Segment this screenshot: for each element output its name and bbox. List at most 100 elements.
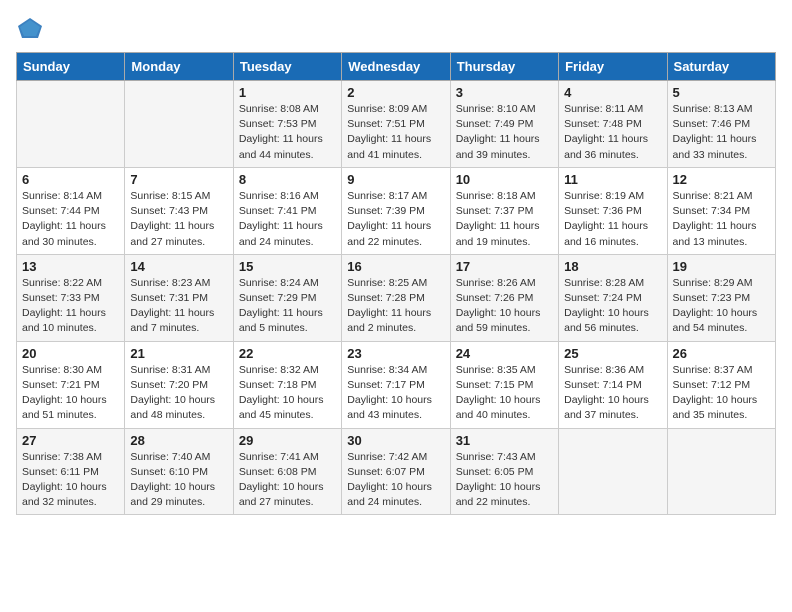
day-number: 4: [564, 85, 661, 100]
day-number: 16: [347, 259, 444, 274]
day-info: Sunrise: 8:11 AM Sunset: 7:48 PM Dayligh…: [564, 102, 661, 163]
calendar-cell: 31 Sunrise: 7:43 AM Sunset: 6:05 PM Dayli…: [450, 428, 558, 515]
day-number: 9: [347, 172, 444, 187]
page-header: [16, 16, 776, 40]
day-info: Sunrise: 7:38 AM Sunset: 6:11 PM Dayligh…: [22, 450, 119, 511]
calendar-cell: 27 Sunrise: 7:38 AM Sunset: 6:11 PM Dayli…: [17, 428, 125, 515]
calendar-cell: 19Sunrise: 8:29 AM Sunset: 7:23 PM Dayli…: [667, 254, 775, 341]
weekday-header: Wednesday: [342, 53, 450, 81]
day-number: 25: [564, 346, 661, 361]
calendar-cell: 23 Sunrise: 8:34 AM Sunset: 7:17 PM Dayli…: [342, 341, 450, 428]
calendar-cell: 21Sunrise: 8:31 AM Sunset: 7:20 PM Dayli…: [125, 341, 233, 428]
day-info: Sunrise: 8:36 AM Sunset: 7:14 PM Dayligh…: [564, 363, 661, 424]
calendar-cell: 2 Sunrise: 8:09 AM Sunset: 7:51 PM Daylig…: [342, 81, 450, 168]
calendar-cell: 4 Sunrise: 8:11 AM Sunset: 7:48 PM Daylig…: [559, 81, 667, 168]
calendar-cell: 16 Sunrise: 8:25 AM Sunset: 7:28 PM Dayli…: [342, 254, 450, 341]
day-info: Sunrise: 7:42 AM Sunset: 6:07 PM Dayligh…: [347, 450, 444, 511]
day-info: Sunrise: 8:24 AM Sunset: 7:29 PM Dayligh…: [239, 276, 336, 337]
day-info: Sunrise: 8:32 AM Sunset: 7:18 PM Dayligh…: [239, 363, 336, 424]
day-info: Sunrise: 8:26 AM Sunset: 7:26 PM Dayligh…: [456, 276, 553, 337]
calendar-cell: 13 Sunrise: 8:22 AM Sunset: 7:33 PM Dayli…: [17, 254, 125, 341]
day-number: 26: [673, 346, 770, 361]
day-info: Sunrise: 8:23 AM Sunset: 7:31 PM Dayligh…: [130, 276, 227, 337]
day-info: Sunrise: 7:41 AM Sunset: 6:08 PM Dayligh…: [239, 450, 336, 511]
day-number: 27: [22, 433, 119, 448]
day-number: 6: [22, 172, 119, 187]
calendar-cell: 10Sunrise: 8:18 AM Sunset: 7:37 PM Dayli…: [450, 167, 558, 254]
calendar-cell: [125, 81, 233, 168]
logo: [16, 16, 48, 40]
calendar-cell: 12 Sunrise: 8:21 AM Sunset: 7:34 PM Dayli…: [667, 167, 775, 254]
day-number: 29: [239, 433, 336, 448]
day-number: 5: [673, 85, 770, 100]
day-number: 2: [347, 85, 444, 100]
day-info: Sunrise: 8:16 AM Sunset: 7:41 PM Dayligh…: [239, 189, 336, 250]
calendar-cell: 26Sunrise: 8:37 AM Sunset: 7:12 PM Dayli…: [667, 341, 775, 428]
day-info: Sunrise: 8:31 AM Sunset: 7:20 PM Dayligh…: [130, 363, 227, 424]
calendar-cell: 17 Sunrise: 8:26 AM Sunset: 7:26 PM Dayli…: [450, 254, 558, 341]
calendar-cell: 6 Sunrise: 8:14 AM Sunset: 7:44 PM Daylig…: [17, 167, 125, 254]
day-info: Sunrise: 8:10 AM Sunset: 7:49 PM Dayligh…: [456, 102, 553, 163]
calendar-week-row: 6 Sunrise: 8:14 AM Sunset: 7:44 PM Daylig…: [17, 167, 776, 254]
weekday-header: Sunday: [17, 53, 125, 81]
day-number: 30: [347, 433, 444, 448]
day-number: 20: [22, 346, 119, 361]
day-info: Sunrise: 8:13 AM Sunset: 7:46 PM Dayligh…: [673, 102, 770, 163]
day-info: Sunrise: 8:25 AM Sunset: 7:28 PM Dayligh…: [347, 276, 444, 337]
calendar-cell: 28 Sunrise: 7:40 AM Sunset: 6:10 PM Dayli…: [125, 428, 233, 515]
day-number: 11: [564, 172, 661, 187]
calendar-cell: 8 Sunrise: 8:16 AM Sunset: 7:41 PM Daylig…: [233, 167, 341, 254]
day-number: 24: [456, 346, 553, 361]
day-number: 3: [456, 85, 553, 100]
calendar-cell: 14 Sunrise: 8:23 AM Sunset: 7:31 PM Dayli…: [125, 254, 233, 341]
calendar-cell: [559, 428, 667, 515]
day-info: Sunrise: 8:30 AM Sunset: 7:21 PM Dayligh…: [22, 363, 119, 424]
calendar-cell: 1 Sunrise: 8:08 AM Sunset: 7:53 PM Daylig…: [233, 81, 341, 168]
calendar-cell: 29 Sunrise: 7:41 AM Sunset: 6:08 PM Dayli…: [233, 428, 341, 515]
weekday-header-row: SundayMondayTuesdayWednesdayThursdayFrid…: [17, 53, 776, 81]
calendar-cell: 24 Sunrise: 8:35 AM Sunset: 7:15 PM Dayli…: [450, 341, 558, 428]
day-info: Sunrise: 8:08 AM Sunset: 7:53 PM Dayligh…: [239, 102, 336, 163]
day-info: Sunrise: 8:34 AM Sunset: 7:17 PM Dayligh…: [347, 363, 444, 424]
day-number: 28: [130, 433, 227, 448]
day-info: Sunrise: 8:35 AM Sunset: 7:15 PM Dayligh…: [456, 363, 553, 424]
weekday-header: Thursday: [450, 53, 558, 81]
weekday-header: Monday: [125, 53, 233, 81]
day-info: Sunrise: 8:17 AM Sunset: 7:39 PM Dayligh…: [347, 189, 444, 250]
day-info: Sunrise: 8:14 AM Sunset: 7:44 PM Dayligh…: [22, 189, 119, 250]
calendar-cell: 25 Sunrise: 8:36 AM Sunset: 7:14 PM Dayli…: [559, 341, 667, 428]
calendar-week-row: 27 Sunrise: 7:38 AM Sunset: 6:11 PM Dayli…: [17, 428, 776, 515]
calendar-cell: 7Sunrise: 8:15 AM Sunset: 7:43 PM Daylig…: [125, 167, 233, 254]
calendar-cell: 30 Sunrise: 7:42 AM Sunset: 6:07 PM Dayli…: [342, 428, 450, 515]
day-number: 13: [22, 259, 119, 274]
calendar-cell: 5 Sunrise: 8:13 AM Sunset: 7:46 PM Daylig…: [667, 81, 775, 168]
day-info: Sunrise: 7:40 AM Sunset: 6:10 PM Dayligh…: [130, 450, 227, 511]
day-number: 23: [347, 346, 444, 361]
day-number: 1: [239, 85, 336, 100]
day-info: Sunrise: 8:15 AM Sunset: 7:43 PM Dayligh…: [130, 189, 227, 250]
logo-icon: [16, 16, 44, 40]
day-number: 15: [239, 259, 336, 274]
day-number: 8: [239, 172, 336, 187]
day-info: Sunrise: 8:22 AM Sunset: 7:33 PM Dayligh…: [22, 276, 119, 337]
day-info: Sunrise: 8:21 AM Sunset: 7:34 PM Dayligh…: [673, 189, 770, 250]
day-info: Sunrise: 8:28 AM Sunset: 7:24 PM Dayligh…: [564, 276, 661, 337]
day-info: Sunrise: 8:29 AM Sunset: 7:23 PM Dayligh…: [673, 276, 770, 337]
weekday-header: Tuesday: [233, 53, 341, 81]
calendar-cell: [667, 428, 775, 515]
calendar-week-row: 13 Sunrise: 8:22 AM Sunset: 7:33 PM Dayli…: [17, 254, 776, 341]
day-number: 17: [456, 259, 553, 274]
calendar-cell: [17, 81, 125, 168]
day-info: Sunrise: 8:09 AM Sunset: 7:51 PM Dayligh…: [347, 102, 444, 163]
calendar-cell: 15 Sunrise: 8:24 AM Sunset: 7:29 PM Dayli…: [233, 254, 341, 341]
calendar-week-row: 1 Sunrise: 8:08 AM Sunset: 7:53 PM Daylig…: [17, 81, 776, 168]
day-number: 22: [239, 346, 336, 361]
calendar-week-row: 20 Sunrise: 8:30 AM Sunset: 7:21 PM Dayli…: [17, 341, 776, 428]
calendar-cell: 11Sunrise: 8:19 AM Sunset: 7:36 PM Dayli…: [559, 167, 667, 254]
day-number: 12: [673, 172, 770, 187]
calendar-cell: 22 Sunrise: 8:32 AM Sunset: 7:18 PM Dayli…: [233, 341, 341, 428]
day-number: 31: [456, 433, 553, 448]
calendar-cell: 20 Sunrise: 8:30 AM Sunset: 7:21 PM Dayli…: [17, 341, 125, 428]
day-number: 14: [130, 259, 227, 274]
day-info: Sunrise: 7:43 AM Sunset: 6:05 PM Dayligh…: [456, 450, 553, 511]
